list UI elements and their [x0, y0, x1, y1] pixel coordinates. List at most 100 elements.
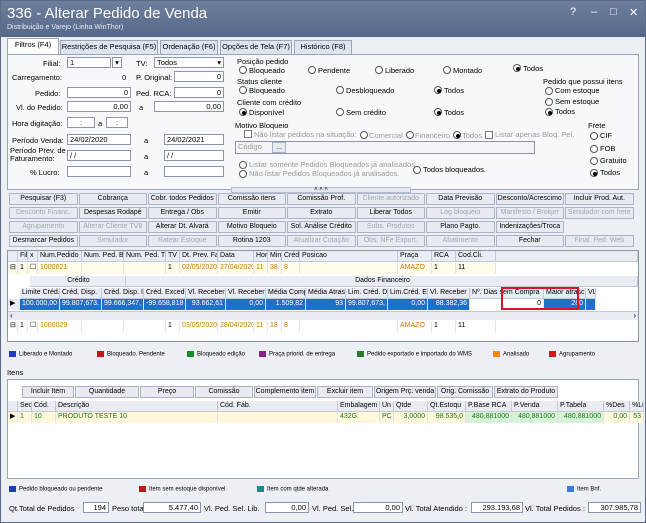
items-column-header[interactable]: Embalagem: [338, 401, 380, 412]
detail-column-header[interactable]: Créd. Disp. I: [102, 288, 144, 299]
items-column-header[interactable]: Qtde: [394, 401, 428, 412]
simulador-com-frete-button[interactable]: Simulador com frete: [565, 207, 634, 219]
todos-bloqueados-radio[interactable]: [413, 166, 421, 174]
column-header[interactable]: TV: [166, 251, 180, 262]
hora-to-input[interactable]: :: [106, 117, 128, 128]
status-desbloqueado-radio[interactable]: [336, 86, 344, 94]
items-column-header[interactable]: Un: [380, 401, 394, 412]
alterar-cliente-tv8-button[interactable]: Alterar Cliente TV8: [78, 221, 147, 233]
tab-restricoes[interactable]: Restrições de Pesquisa (F5): [60, 40, 158, 54]
posicao-pendente-radio[interactable]: [308, 66, 316, 74]
comiss-o-button[interactable]: Comissão: [195, 386, 253, 398]
lucro-from-input[interactable]: [67, 166, 131, 177]
tv-select[interactable]: Todos ▾: [154, 57, 224, 68]
horizontal-scrollbar[interactable]: ‹ ›: [8, 311, 638, 320]
cobran-a-button[interactable]: Cobrança: [78, 193, 147, 205]
items-column-header[interactable]: Cód. Fáb.: [218, 401, 338, 412]
row-expand-icon[interactable]: ⊟: [8, 321, 18, 332]
vlpedido-from-input[interactable]: 0,00: [67, 101, 131, 112]
periodo-fat-from-input[interactable]: / /: [67, 150, 131, 161]
rotina-1203-button[interactable]: Rotina 1203: [217, 235, 286, 247]
pedrca-input[interactable]: 0: [174, 87, 224, 98]
column-header[interactable]: Créd: [282, 251, 300, 262]
hora-from-input[interactable]: :: [67, 117, 95, 128]
column-header[interactable]: Data: [218, 251, 254, 262]
abatimento-button[interactable]: Abatimento: [426, 235, 495, 247]
help-icon[interactable]: ?: [570, 6, 576, 18]
status-todos-radio[interactable]: [434, 86, 442, 94]
desmarcar-pedidos-button[interactable]: Desmarcar Pedidos: [9, 235, 78, 247]
detail-column-header[interactable]: Lim.Créd. E: [388, 288, 428, 299]
items-column-header[interactable]: Cód.: [32, 401, 56, 412]
items-column-header[interactable]: P.Venda: [512, 401, 558, 412]
column-header[interactable]: Num. Ped. T: [124, 251, 166, 262]
final-ped-web-button[interactable]: Final. Ped. Web: [565, 235, 634, 247]
items-column-header[interactable]: Qt.Estoqu: [428, 401, 466, 412]
filial-lookup-button[interactable]: ▾: [112, 57, 122, 68]
periodo-from-input[interactable]: 24/02/2020: [67, 134, 131, 145]
desconto-acrescimo-button[interactable]: Desconto/Acrescimo: [495, 193, 564, 205]
detail-column-header[interactable]: VL: [586, 288, 596, 299]
lucro-to-input[interactable]: [164, 166, 224, 177]
detail-column-header[interactable]: Limite Créd.: [20, 288, 60, 299]
items-column-header[interactable]: Sec: [18, 401, 32, 412]
posicao-todos-radio[interactable]: [513, 64, 521, 72]
motivo-bloqueio-button[interactable]: Motivo Bloqueio: [217, 221, 286, 233]
indeniza-es-troca-button[interactable]: Indenizações/Troca: [495, 221, 564, 233]
motivo-financeiro-radio[interactable]: [406, 131, 414, 139]
maximize-icon[interactable]: □: [610, 6, 617, 18]
codigo-lookup-button[interactable]: ...: [272, 142, 286, 153]
posicao-liberado-radio[interactable]: [375, 66, 383, 74]
pesquisar-f3-button[interactable]: Pesquisar (F3): [9, 193, 78, 205]
incluir-prod-aut-button[interactable]: Incluir Prod. Aut.: [565, 193, 634, 205]
comiss-o-prof-button[interactable]: Comissão Prof.: [287, 193, 356, 205]
posicao-bloqueado-radio[interactable]: [239, 66, 247, 74]
items-column-header[interactable]: %Lu: [630, 401, 644, 412]
column-header[interactable]: Praça: [398, 251, 432, 262]
credito-todos-radio[interactable]: [434, 108, 442, 116]
estoque-sem-radio[interactable]: [545, 98, 553, 106]
ratear-estoque-button[interactable]: Ratear Estoque: [148, 235, 217, 247]
status-bloqueado-radio[interactable]: [239, 86, 247, 94]
sol-an-lise-cr-dito-button[interactable]: Sol. Análise Crédito: [287, 221, 356, 233]
credito-disponivel-radio[interactable]: [239, 108, 247, 116]
column-header[interactable]: Dt. Prev. Fa: [180, 251, 218, 262]
posicao-montado-radio[interactable]: [443, 66, 451, 74]
items-column-header[interactable]: P.Tabela: [558, 401, 604, 412]
minimize-icon[interactable]: –: [591, 6, 597, 18]
motivo-todos-radio[interactable]: [453, 131, 461, 139]
data-previs-o-button[interactable]: Data Previsão: [426, 193, 495, 205]
tab-ordenacao[interactable]: Ordenação (F6): [160, 40, 218, 54]
plano-pagto-button[interactable]: Plano Pagto.: [426, 221, 495, 233]
manifesto-brokjer-button[interactable]: Manifesto / Brokjer: [495, 207, 564, 219]
column-header[interactable]: Cod.Cli.: [456, 251, 496, 262]
orig-comiss-o-button[interactable]: Orig. Comissão: [437, 386, 493, 398]
cobr-todos-pedidos-button[interactable]: Cobr. todos Pedidos: [148, 193, 217, 205]
items-tab[interactable]: Itens: [7, 368, 23, 377]
items-column-header[interactable]: Descrição: [56, 401, 218, 412]
subs-produtos-button[interactable]: Subs. Produtos: [356, 221, 425, 233]
frete-fob-radio[interactable]: [590, 145, 598, 153]
estoque-todos-radio[interactable]: [545, 108, 553, 116]
detail-column-header[interactable]: Vl. Receber: [428, 288, 470, 299]
vlpedido-to-input[interactable]: 0,00: [154, 101, 224, 112]
excluir-item-button[interactable]: Excluir item: [317, 386, 373, 398]
nao-listar-analisados-radio[interactable]: [239, 170, 247, 178]
close-icon[interactable]: ✕: [629, 6, 638, 19]
extrato-button[interactable]: Extrato: [287, 207, 356, 219]
column-header[interactable]: Posicao: [300, 251, 398, 262]
tab-opcoes-tela[interactable]: Opções de Tela (F7): [220, 40, 292, 54]
items-column-header[interactable]: %Des: [604, 401, 630, 412]
atualizar-cota-o-button[interactable]: Atualizar Cotação: [287, 235, 356, 247]
quantidade-button[interactable]: Quantidade: [75, 386, 139, 398]
tab-filtros[interactable]: Filtros (F4): [7, 38, 59, 54]
poriginal-input[interactable]: 0: [174, 71, 224, 82]
desconto-financ-button[interactable]: Desconto Financ.: [9, 207, 78, 219]
extrato-do-produto-button[interactable]: Extrato do Produto: [494, 386, 558, 398]
frete-gratuito-radio[interactable]: [590, 157, 598, 165]
column-header[interactable]: x: [28, 251, 38, 262]
items-column-header[interactable]: P.Base RCA: [466, 401, 512, 412]
detail-column-header[interactable]: Média Comp: [266, 288, 306, 299]
column-header[interactable]: Num. Ped. B: [82, 251, 124, 262]
credito-sem-radio[interactable]: [336, 108, 344, 116]
